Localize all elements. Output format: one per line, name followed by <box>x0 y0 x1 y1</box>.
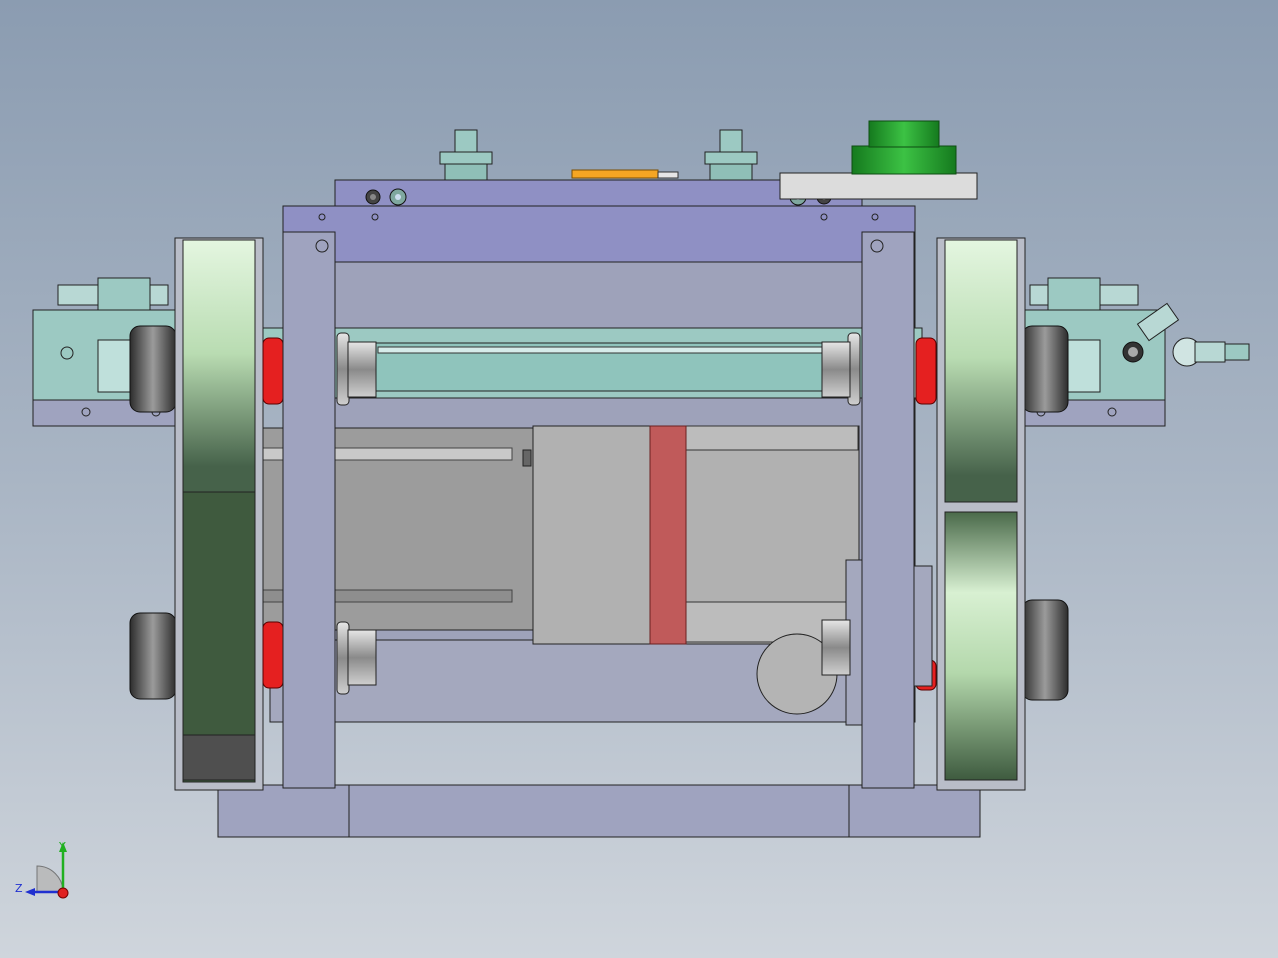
motor-red-band <box>649 425 687 645</box>
green-button[interactable] <box>779 120 978 200</box>
orientation-origin-icon <box>57 887 69 899</box>
left-rollers[interactable] <box>129 325 177 700</box>
pneumatic-fitting[interactable] <box>1172 337 1250 367</box>
right-wheel[interactable] <box>936 237 1026 791</box>
base-plate[interactable] <box>217 784 981 838</box>
top-fittings[interactable] <box>439 129 758 181</box>
axis-z-label: Z <box>15 882 23 895</box>
left-wheel[interactable] <box>174 237 264 791</box>
cad-model-viewport[interactable]: Y Z <box>0 0 1278 958</box>
axis-triad-icon: Y Z <box>15 840 69 899</box>
right-rollers[interactable] <box>1021 325 1069 701</box>
orange-label-strip <box>571 169 659 179</box>
axis-y-label: Y <box>58 840 66 853</box>
